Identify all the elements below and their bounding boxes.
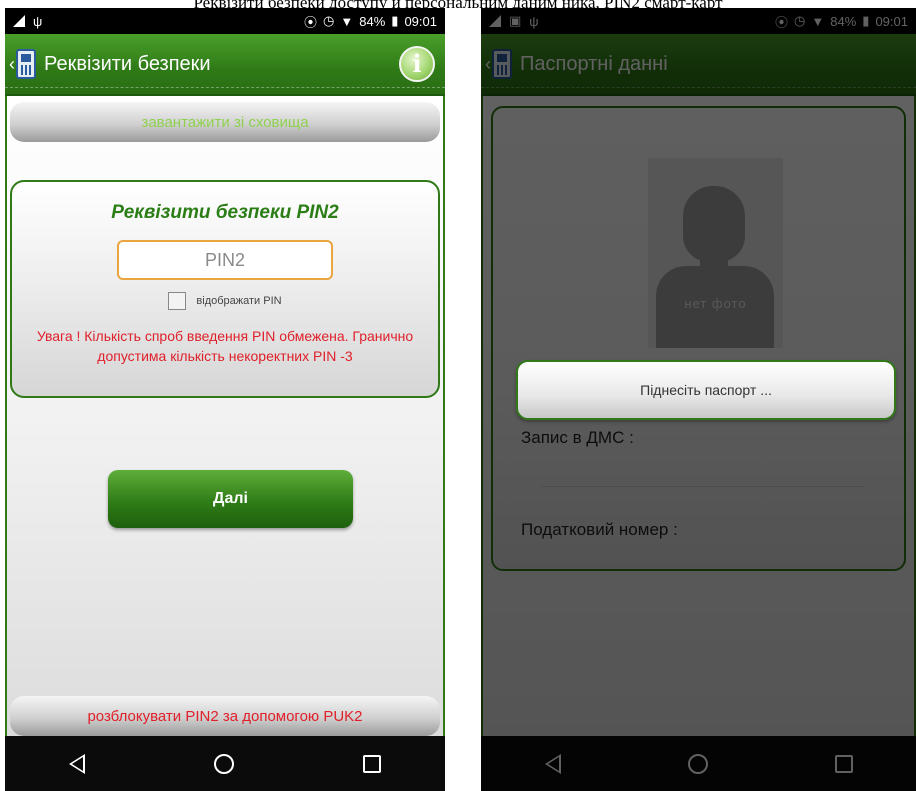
status-bar: ψ ⦿ ◷ ▼ 84% ▮ 09:01 [5, 8, 445, 34]
usb-icon: ψ [33, 13, 43, 29]
phone-passport-screen: ▣ ψ ⦿ ◷ ▼ 84% ▮ 09:01 ‹ Паспортні данні … [481, 8, 916, 791]
page-title: Паспортні данні [520, 52, 668, 75]
status-bar: ▣ ψ ⦿ ◷ ▼ 84% ▮ 09:01 [481, 8, 916, 34]
up-arrow-icon[interactable]: ‹ [485, 54, 491, 75]
tax-number-label: Податковий номер : [521, 520, 678, 539]
next-button[interactable]: Далі [108, 470, 353, 528]
dms-field-underline [541, 486, 864, 487]
page-title: Реквізити безпеки [44, 52, 211, 75]
nav-recent-icon[interactable] [362, 754, 381, 773]
security-content: завантажити зі сховища Реквізити безпеки… [5, 96, 445, 736]
nav-back-icon[interactable] [69, 753, 86, 774]
nav-home-icon[interactable] [687, 753, 708, 774]
nav-home-icon[interactable] [213, 753, 234, 774]
action-bar: ‹ Паспортні данні [481, 34, 916, 96]
show-pin-row[interactable]: відображати PIN [12, 292, 438, 310]
battery-percent: 84% [830, 13, 857, 29]
battery-icon: ▮ [391, 13, 399, 28]
pin2-input[interactable] [117, 240, 333, 280]
signal-icon [489, 15, 501, 27]
signal-icon [13, 15, 25, 27]
card-title: Реквізити безпеки PIN2 [111, 202, 339, 223]
bring-passport-button[interactable]: Піднесіть паспорт ... [516, 360, 896, 420]
nav-bar [5, 736, 445, 791]
unblock-pin2-button[interactable]: розблокувати PIN2 за допомогою PUK2 [10, 696, 440, 736]
no-photo-label: нет фото [684, 296, 747, 311]
nav-bar [481, 736, 916, 791]
attempts-warning: Увага ! Кількість спроб введення PIN обм… [36, 328, 414, 364]
show-pin-label: відображати PIN [196, 295, 282, 307]
dms-record-label: Запис в ДМС : [521, 428, 634, 447]
usb-icon: ψ [529, 13, 539, 29]
up-arrow-icon[interactable]: ‹ [9, 54, 15, 75]
silhouette-icon [683, 186, 745, 262]
battery-icon: ▮ [862, 13, 870, 28]
phone-security-screen: ψ ⦿ ◷ ▼ 84% ▮ 09:01 ‹ Реквізити безпеки … [5, 8, 445, 791]
battery-percent: 84% [359, 13, 386, 29]
passport-card: нет фото Запис в ДМС : Податковий номер … [491, 106, 906, 571]
pin2-card: Реквізити безпеки PIN2 відображати PIN У… [10, 180, 440, 398]
app-icon[interactable] [16, 49, 36, 79]
clock: 09:01 [875, 13, 908, 29]
photo-placeholder: нет фото [648, 158, 783, 348]
wifi-icon: ▼ [811, 13, 825, 29]
wifi-icon: ▼ [340, 13, 354, 29]
alarm-icon: ◷ [794, 13, 806, 28]
notification-icon: ▣ [509, 13, 522, 28]
nav-back-icon[interactable] [544, 753, 561, 774]
app-icon[interactable] [492, 49, 512, 79]
clock: 09:01 [404, 13, 437, 29]
load-from-storage-button[interactable]: завантажити зі сховища [10, 102, 440, 142]
caption: Реквізити безпеки доступу й персональним… [0, 0, 916, 8]
nfc-icon: ⦿ [775, 14, 789, 30]
info-icon[interactable]: i [399, 46, 435, 82]
nfc-icon: ⦿ [304, 14, 318, 30]
show-pin-checkbox[interactable] [168, 292, 187, 310]
action-bar: ‹ Реквізити безпеки i [5, 34, 445, 96]
alarm-icon: ◷ [323, 13, 335, 28]
nav-recent-icon[interactable] [834, 754, 853, 773]
